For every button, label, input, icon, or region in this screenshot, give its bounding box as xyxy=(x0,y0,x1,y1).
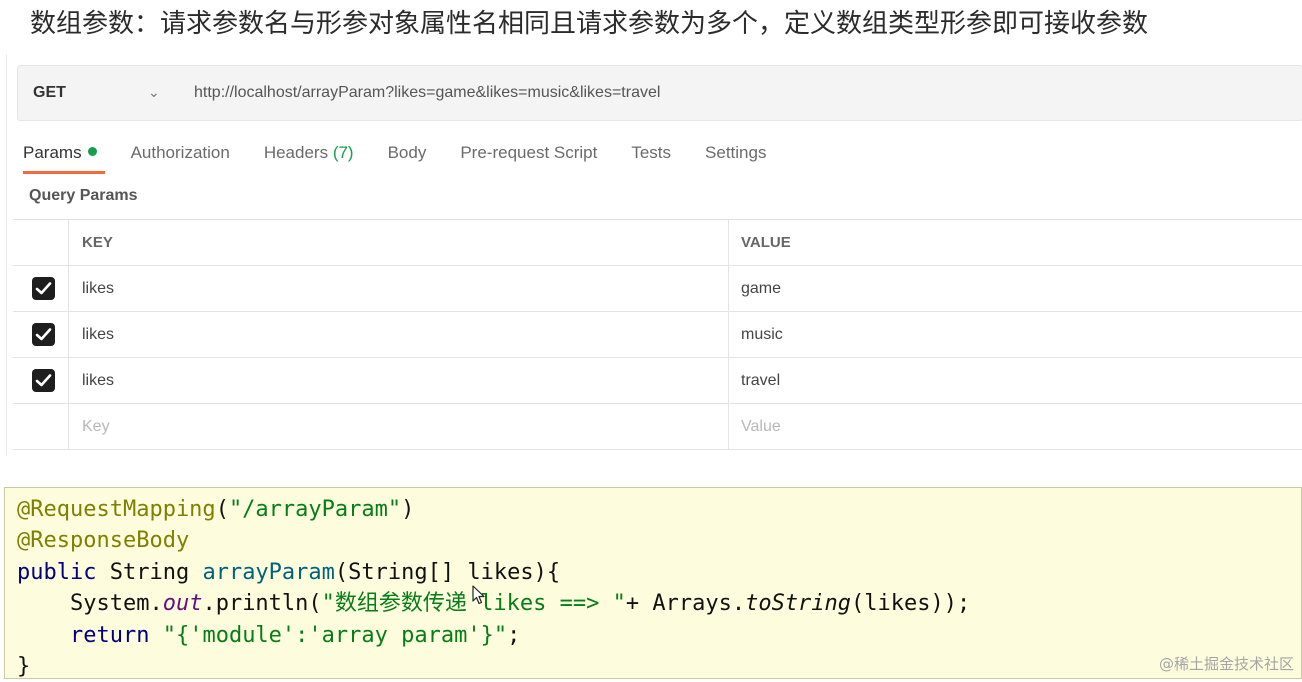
tab-params[interactable]: Params xyxy=(23,140,97,174)
header-check-cell xyxy=(13,220,68,265)
code-block: @RequestMapping("/arrayParam") @Response… xyxy=(4,487,1302,679)
param-key[interactable]: likes xyxy=(68,312,728,357)
code-line: } xyxy=(17,651,1301,682)
code-line: @RequestMapping("/arrayParam") xyxy=(17,494,1301,525)
table-header-row: KEY VALUE xyxy=(13,220,1302,266)
param-value[interactable]: music xyxy=(728,312,1302,357)
query-params-table: KEY VALUE likes game likes music xyxy=(13,219,1302,450)
row-check-cell xyxy=(13,266,68,311)
checkmark-icon xyxy=(35,281,52,296)
url-input[interactable]: http://localhost/arrayParam?likes=game&l… xyxy=(194,66,660,120)
row-check-cell xyxy=(13,358,68,403)
code-text: + Arrays. xyxy=(626,591,745,616)
tab-label: Headers xyxy=(264,143,328,162)
params-indicator-dot-icon xyxy=(88,147,97,156)
param-value[interactable]: travel xyxy=(728,358,1302,403)
code-text xyxy=(149,623,162,648)
code-text: .println( xyxy=(202,591,321,616)
code-text: String xyxy=(96,560,202,585)
method-select[interactable]: GET xyxy=(33,66,66,120)
code-line: System.out.println("数组参数传递 likes ==> "+ … xyxy=(17,588,1301,619)
row-checkbox[interactable] xyxy=(32,369,55,392)
code-text: ; xyxy=(507,623,520,648)
url-bar: GET ⌄ http://localhost/arrayParam?likes=… xyxy=(17,65,1302,121)
row-checkbox[interactable] xyxy=(32,277,55,300)
code-string: "/arrayParam" xyxy=(229,497,401,522)
code-line: @ResponseBody xyxy=(17,525,1301,556)
tab-label: Tests xyxy=(631,143,671,162)
tab-label: Pre-request Script xyxy=(460,143,597,162)
tab-tests[interactable]: Tests xyxy=(631,140,671,174)
watermark: @稀土掘金技术社区 xyxy=(1159,653,1294,674)
request-tabs: Params Authorization Headers (7) Body Pr… xyxy=(23,140,800,174)
code-text: (String[] likes){ xyxy=(335,560,560,585)
code-annotation: @ResponseBody xyxy=(17,528,189,553)
tab-settings[interactable]: Settings xyxy=(705,140,766,174)
code-line: public String arrayParam(String[] likes)… xyxy=(17,557,1301,588)
code-annotation: @RequestMapping xyxy=(17,497,216,522)
tab-headers[interactable]: Headers (7) xyxy=(264,140,354,174)
checkmark-icon xyxy=(35,373,52,388)
page-heading: 数组参数：请求参数名与形参对象属性名相同且请求参数为多个，定义数组类型形参即可接… xyxy=(30,4,1302,44)
checkmark-icon xyxy=(35,327,52,342)
value-column-header: VALUE xyxy=(728,220,1302,265)
code-string: "{'module':'array param'}" xyxy=(163,623,507,648)
code-method-name: arrayParam xyxy=(202,560,334,585)
row-check-cell xyxy=(13,404,68,449)
new-param-row: Key Value xyxy=(13,404,1302,450)
headers-count: (7) xyxy=(333,143,354,162)
postman-request-panel: GET ⌄ http://localhost/arrayParam?likes=… xyxy=(6,54,1302,456)
code-keyword: public xyxy=(17,560,96,585)
code-text: System. xyxy=(17,591,163,616)
table-row: likes music xyxy=(13,312,1302,358)
mouse-cursor-icon xyxy=(472,585,486,605)
code-text: ( xyxy=(216,497,229,522)
param-value[interactable]: game xyxy=(728,266,1302,311)
table-row: likes travel xyxy=(13,358,1302,404)
code-static-field: out xyxy=(163,591,203,616)
code-static-method: toString xyxy=(745,591,851,616)
tab-authorization[interactable]: Authorization xyxy=(131,140,230,174)
code-line: return "{'module':'array param'}"; xyxy=(17,620,1301,651)
row-checkbox[interactable] xyxy=(32,323,55,346)
new-value-input[interactable]: Value xyxy=(728,404,1302,449)
new-key-input[interactable]: Key xyxy=(68,404,728,449)
chevron-down-icon[interactable]: ⌄ xyxy=(148,66,160,120)
param-key[interactable]: likes xyxy=(68,358,728,403)
tab-label: Settings xyxy=(705,143,766,162)
tab-label: Body xyxy=(388,143,427,162)
code-text: ) xyxy=(401,497,414,522)
tab-label: Authorization xyxy=(131,143,230,162)
tab-pre-request-script[interactable]: Pre-request Script xyxy=(460,140,597,174)
param-key[interactable]: likes xyxy=(68,266,728,311)
query-params-title: Query Params xyxy=(29,187,138,205)
code-text: (likes)); xyxy=(851,591,970,616)
key-column-header: KEY xyxy=(68,220,728,265)
code-text: } xyxy=(17,654,30,679)
tab-body[interactable]: Body xyxy=(388,140,427,174)
table-row: likes game xyxy=(13,266,1302,312)
code-keyword: return xyxy=(70,623,149,648)
code-text xyxy=(17,623,70,648)
row-check-cell xyxy=(13,312,68,357)
tab-label: Params xyxy=(23,143,82,162)
